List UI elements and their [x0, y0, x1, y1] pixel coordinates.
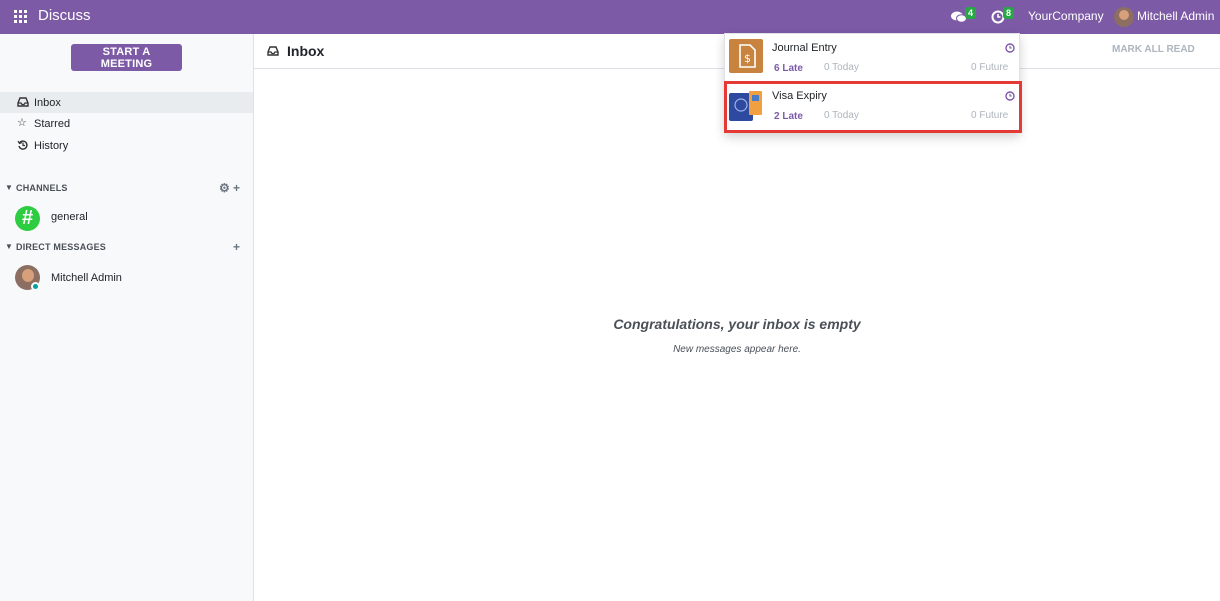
- empty-inbox-subtitle: New messages appear here.: [673, 344, 801, 355]
- clock-icon: [1005, 43, 1015, 53]
- late-count[interactable]: 6 Late: [774, 63, 803, 74]
- user-avatar[interactable]: [1114, 7, 1134, 27]
- inbox-icon: [267, 46, 279, 56]
- sidebar-item-history[interactable]: History: [0, 135, 253, 156]
- sidebar-item-label: Inbox: [34, 96, 61, 109]
- top-navbar: Discuss 4 8 YourCompany Mitchell Admin: [0, 0, 1220, 34]
- today-count[interactable]: 0 Today: [824, 62, 859, 73]
- late-count[interactable]: 2 Late: [774, 111, 803, 122]
- section-title: DIRECT MESSAGES: [16, 242, 107, 252]
- activity-name: Journal Entry: [772, 42, 837, 54]
- discuss-sidebar: START A MEETING Inbox ☆ Starred History …: [0, 34, 254, 601]
- section-title: CHANNELS: [16, 183, 68, 193]
- future-count[interactable]: 0 Future: [971, 110, 1008, 121]
- empty-inbox-title: Congratulations, your inbox is empty: [613, 316, 861, 332]
- start-meeting-button[interactable]: START A MEETING: [71, 44, 182, 71]
- clock-icon: [1005, 91, 1015, 101]
- direct-messages-section-header[interactable]: ▼ DIRECT MESSAGES +: [0, 239, 253, 255]
- apps-grid-icon[interactable]: [14, 10, 27, 23]
- add-channel-icon[interactable]: +: [233, 181, 240, 195]
- passport-icon: [729, 91, 762, 121]
- dm-label: Mitchell Admin: [51, 272, 122, 284]
- add-dm-icon[interactable]: +: [233, 240, 240, 254]
- dm-item-mitchell-admin[interactable]: Mitchell Admin: [0, 264, 253, 294]
- star-icon: ☆: [17, 117, 27, 129]
- sidebar-item-label: History: [34, 139, 69, 152]
- future-count[interactable]: 0 Future: [971, 62, 1008, 73]
- page-title: Inbox: [287, 43, 325, 59]
- chevron-down-icon: ▼: [5, 183, 14, 192]
- gear-icon[interactable]: ⚙: [219, 181, 230, 195]
- app-title[interactable]: Discuss: [38, 7, 91, 24]
- journal-entry-icon: $: [729, 39, 763, 73]
- inbox-icon: [17, 97, 29, 107]
- sidebar-item-inbox[interactable]: Inbox: [0, 92, 253, 113]
- channels-section-header[interactable]: ▼ CHANNELS ⚙ +: [0, 180, 253, 196]
- sidebar-item-starred[interactable]: ☆ Starred: [0, 113, 253, 134]
- company-switcher[interactable]: YourCompany: [1028, 9, 1104, 23]
- activity-item-visa-expiry[interactable]: Visa Expiry 2 Late 0 Today 0 Future: [724, 81, 1022, 133]
- sidebar-item-label: Starred: [34, 117, 71, 130]
- mark-all-read-button[interactable]: MARK ALL READ: [1106, 43, 1201, 56]
- user-menu[interactable]: Mitchell Admin: [1137, 9, 1214, 23]
- svg-text:$: $: [744, 52, 751, 65]
- messages-badge: 4: [965, 7, 977, 19]
- history-icon: [17, 140, 28, 150]
- online-status-icon: [31, 282, 40, 291]
- today-count[interactable]: 0 Today: [824, 110, 859, 121]
- channel-label: general: [51, 211, 88, 223]
- activity-name: Visa Expiry: [772, 90, 827, 102]
- chevron-down-icon: ▼: [5, 242, 14, 251]
- activity-item-journal-entry[interactable]: $ Journal Entry 6 Late 0 Today 0 Future: [725, 34, 1021, 83]
- channel-item-general[interactable]: # general: [0, 203, 253, 233]
- hash-icon: #: [15, 206, 40, 231]
- activities-badge: 8: [1003, 7, 1015, 19]
- activity-dropdown: $ Journal Entry 6 Late 0 Today 0 Future …: [724, 33, 1022, 133]
